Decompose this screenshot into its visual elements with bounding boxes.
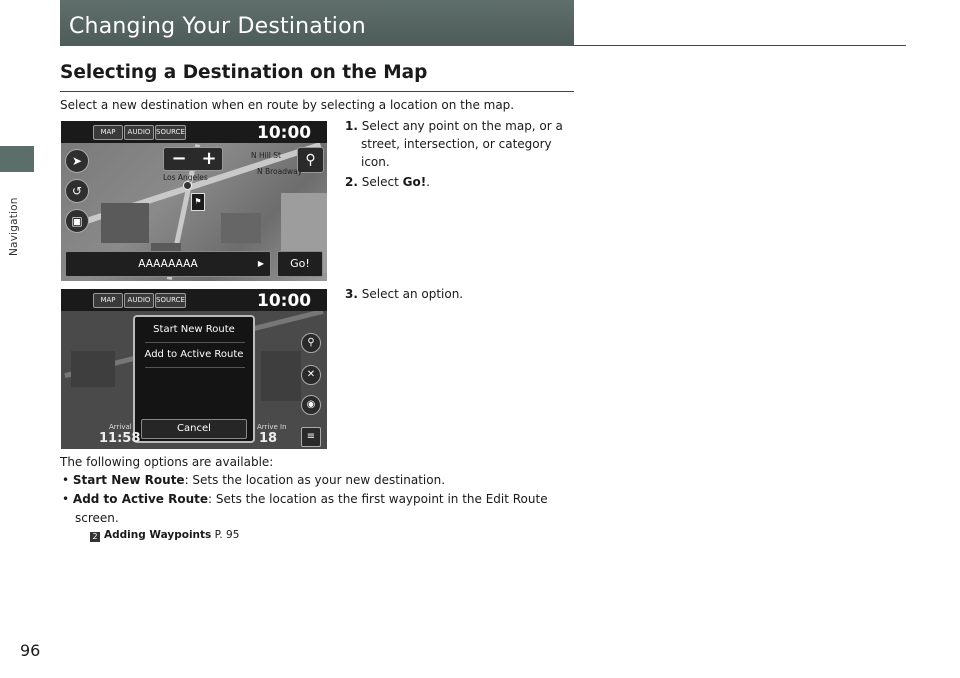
route-options-screen: MAP AUDIO SOURCE 10:00 Start New Route A… [61, 289, 327, 449]
title-rule [574, 45, 906, 46]
selected-point-pin [183, 181, 192, 190]
tab-source[interactable]: SOURCE [155, 293, 186, 308]
bullet-add-to-active-route: • Add to Active Route: Sets the location… [62, 492, 548, 506]
clock: 10:00 [257, 291, 312, 311]
divider [145, 367, 245, 368]
section-heading: Selecting a Destination on the Map [60, 62, 428, 83]
xref-label: Adding Waypoints [104, 529, 212, 541]
step-text: street, intersection, or category [361, 137, 552, 151]
tab-audio[interactable]: AUDIO [124, 125, 154, 140]
search-icon[interactable]: ⚲ [301, 333, 321, 353]
location-name-bar[interactable]: AAAAAAAA ▶ [65, 251, 271, 277]
divider [145, 342, 245, 343]
step-target: Go! [402, 175, 427, 189]
arrive-in-label: Arrive In [257, 423, 287, 431]
map-screen: MAP AUDIO SOURCE 10:00 ➤ ↺ ▣ − + ⚲ Los A… [61, 121, 327, 281]
step-2: 2. Select Go!. [345, 173, 430, 191]
step-text: Select [361, 175, 403, 189]
clock: 10:00 [257, 123, 312, 143]
flag-icon: ⚑ [191, 193, 205, 211]
back-arrow-icon[interactable]: ➤ [65, 149, 89, 173]
step-1: 1. Select any point on the map, or a str… [345, 117, 563, 171]
bullet-term: Add to Active Route [72, 492, 208, 506]
tab-source[interactable]: SOURCE [155, 125, 186, 140]
map-label-broadway: N Broadway [257, 167, 303, 176]
chevron-right-icon: ▶ [257, 259, 264, 268]
bullet-desc: : Sets the location as your new destinat… [184, 473, 446, 487]
step-number: 1. [345, 119, 358, 133]
bullet-start-new-route: • Start New Route: Sets the location as … [62, 473, 446, 487]
reference-arrow-icon: 2 [90, 532, 100, 542]
bullet-continuation: screen. [75, 511, 119, 525]
step-number: 2. [345, 175, 358, 189]
bullet-term: Start New Route [72, 473, 185, 487]
step-text: icon. [361, 155, 390, 169]
xref-page: P. 95 [214, 529, 240, 541]
top-status-bar: MAP AUDIO SOURCE 10:00 [61, 289, 327, 311]
step-number: 3. [345, 287, 358, 301]
options-intro: The following options are available: [60, 455, 274, 469]
location-name: AAAAAAAA [138, 258, 198, 270]
step-tail: . [426, 175, 430, 189]
zoom-out-button[interactable]: − [164, 148, 194, 170]
arrival-label: Arrival [109, 423, 132, 431]
side-tab-marker [0, 146, 34, 172]
bullet-desc: : Sets the location as the first waypoin… [208, 492, 548, 506]
cross-reference[interactable]: 2 Adding Waypoints P. 95 [90, 529, 239, 542]
step-3: 3. Select an option. [345, 285, 463, 303]
route-options-popup: Start New Route Add to Active Route Canc… [133, 315, 255, 443]
cancel-button[interactable]: Cancel [141, 419, 247, 439]
step-text: Select an option. [361, 287, 464, 301]
zoom-in-button[interactable]: + [194, 148, 224, 170]
top-status-bar: MAP AUDIO SOURCE 10:00 [61, 121, 327, 143]
map-label-hill-st: N Hill St [251, 151, 281, 160]
add-to-active-route-option[interactable]: Add to Active Route [139, 344, 249, 366]
arrival-time: 11:58 [99, 431, 141, 446]
arrive-in-value: 18 [259, 431, 278, 446]
go-button[interactable]: Go! [277, 251, 323, 277]
step-text: Select any point on the map, or a [361, 119, 563, 133]
u-turn-icon[interactable]: ↺ [65, 179, 89, 203]
map-view-icon[interactable]: ▣ [65, 209, 89, 233]
start-new-route-option[interactable]: Start New Route [139, 319, 249, 341]
page-title: Changing Your Destination [69, 14, 366, 39]
page-number: 96 [20, 641, 41, 660]
tab-audio[interactable]: AUDIO [124, 293, 154, 308]
tab-map[interactable]: MAP [93, 125, 123, 140]
zoom-controls: − + [163, 147, 223, 171]
speed-limit-icon: ◉ [301, 395, 321, 415]
side-tab-label: Navigation [8, 197, 20, 256]
intro-text: Select a new destination when en route b… [60, 98, 515, 112]
close-icon[interactable]: ✕ [301, 365, 321, 385]
menu-icon[interactable]: ≡ [301, 427, 321, 447]
tab-map[interactable]: MAP [93, 293, 123, 308]
section-rule [60, 91, 574, 92]
